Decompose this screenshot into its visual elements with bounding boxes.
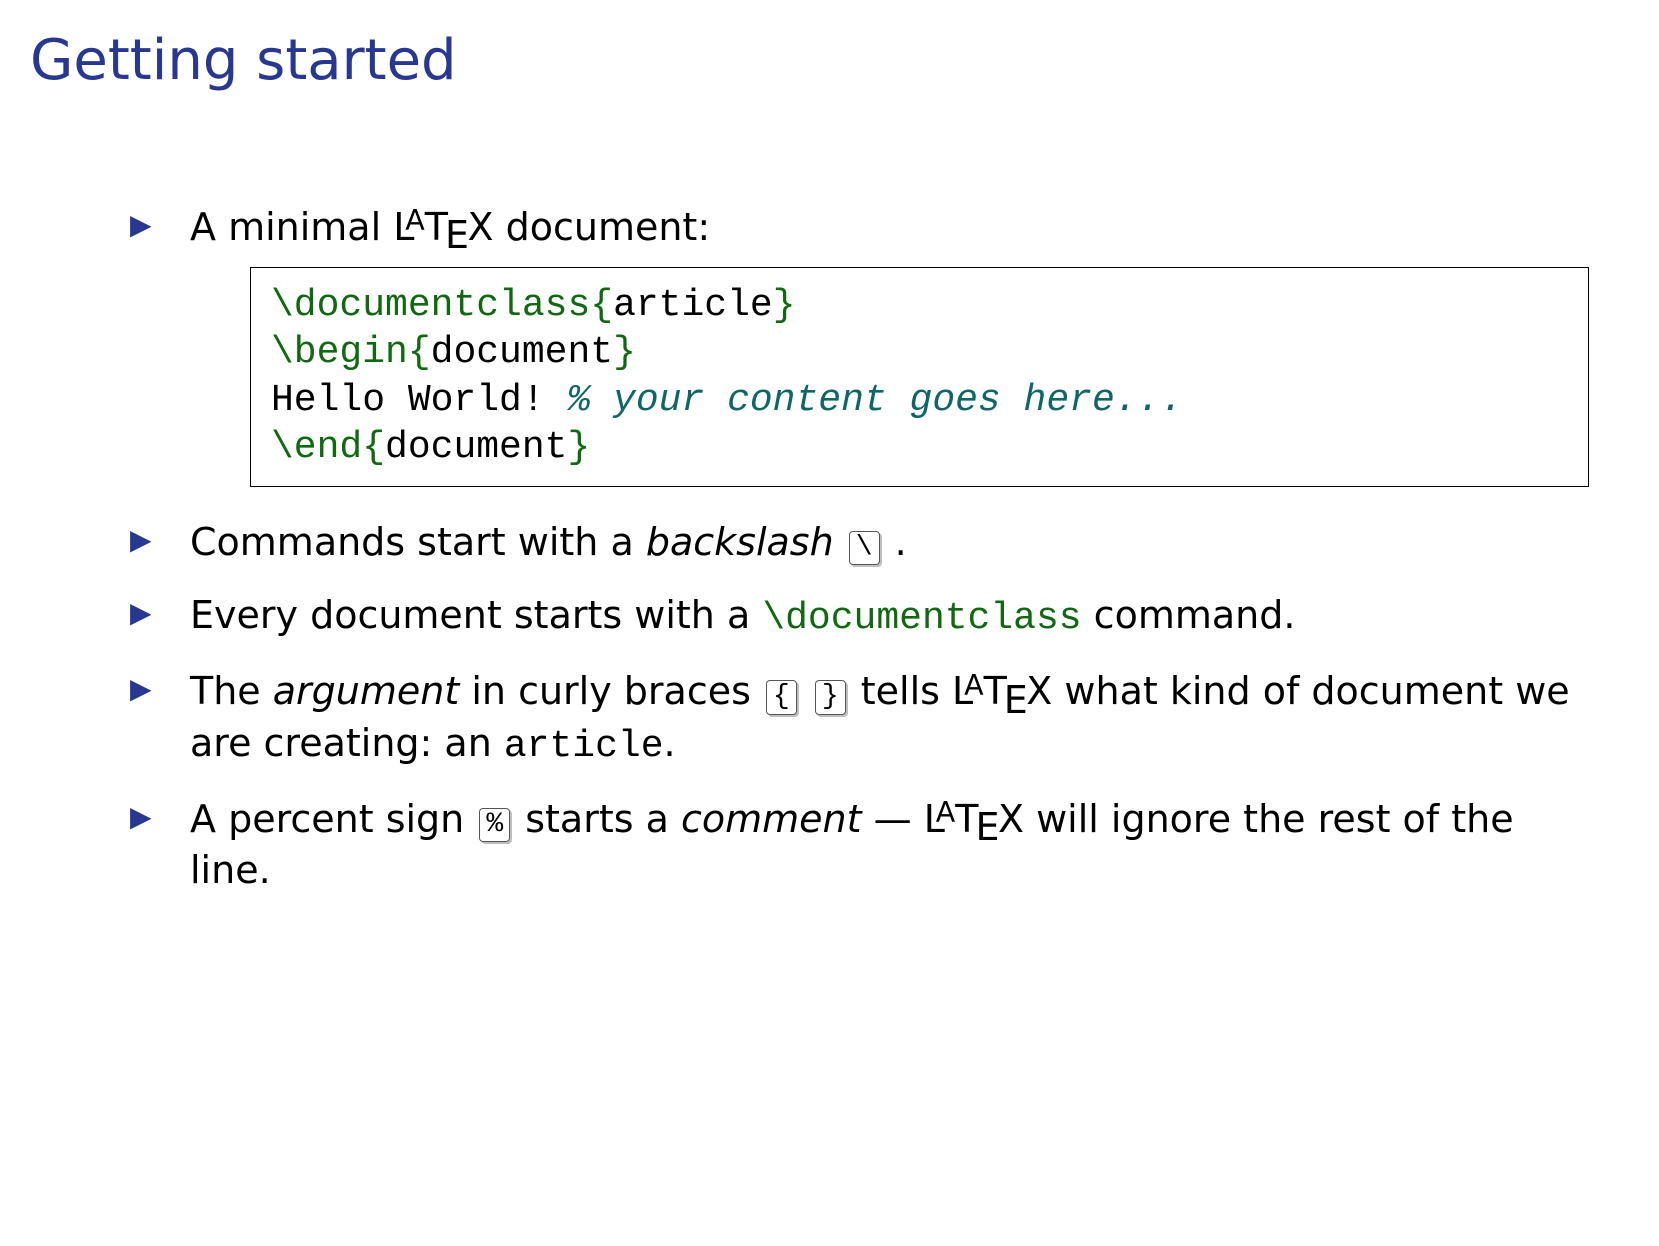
text: —	[862, 797, 924, 841]
text: command.	[1082, 593, 1296, 637]
text: Every document starts with a	[190, 593, 762, 637]
latex-A: A	[936, 796, 956, 829]
code-brace: {	[408, 331, 431, 374]
key-backslash: \	[849, 531, 880, 565]
latex-logo: LATEX	[924, 794, 1024, 845]
code-line-2: \begin{document}	[271, 329, 1568, 377]
text: tells	[849, 669, 952, 713]
latex-logo: LATEX	[952, 666, 1052, 717]
code-brace: {	[590, 284, 613, 327]
code-text: Hello World!	[271, 379, 567, 422]
code-brace: }	[773, 284, 796, 327]
text: Commands start with a	[190, 520, 646, 564]
code-brace: {	[362, 426, 385, 469]
inline-cmd-documentclass: \documentclass	[762, 597, 1081, 640]
bullet-minimal-doc: A minimal LATEX document: \documentclass…	[130, 202, 1589, 487]
code-line-3: Hello World! % your content goes here...	[271, 377, 1568, 425]
latex-A: A	[405, 204, 425, 237]
latex-E: E	[975, 805, 999, 849]
latex-A: A	[964, 669, 984, 702]
code-comment: % your content goes here...	[567, 379, 1183, 422]
key-brace-close: }	[815, 680, 846, 714]
code-line-1: \documentclass{article}	[271, 282, 1568, 330]
text: .	[664, 721, 676, 765]
key-percent: %	[479, 808, 510, 842]
latex-X: X	[467, 205, 493, 249]
code-cmd: \documentclass	[271, 284, 590, 327]
term-comment: comment	[681, 797, 862, 841]
text: document:	[494, 205, 711, 249]
latex-E: E	[445, 213, 469, 257]
code-brace: }	[613, 331, 636, 374]
code-brace: }	[567, 426, 590, 469]
latex-X: X	[1026, 669, 1052, 713]
key-brace-open: {	[766, 680, 797, 714]
bullet-argument: The argument in curly braces { } tells L…	[130, 666, 1589, 772]
slide: Getting started A minimal LATEX document…	[0, 0, 1659, 1246]
code-line-4: \end{document}	[271, 424, 1568, 472]
text: in curly braces	[459, 669, 763, 713]
term-argument: argument	[273, 669, 460, 713]
bullet-comment: A percent sign % starts a comment — LATE…	[130, 794, 1589, 897]
text: .	[883, 520, 907, 564]
latex-logo: LATEX	[393, 202, 493, 253]
code-cmd: \end	[271, 426, 362, 469]
latex-E: E	[1004, 678, 1028, 722]
code-cmd: \begin	[271, 331, 408, 374]
bullet-list: A minimal LATEX document: \documentclass…	[130, 202, 1589, 897]
text: The	[190, 669, 273, 713]
bullet-backslash: Commands start with a backslash \ .	[130, 517, 1589, 568]
code-arg: document	[385, 426, 567, 469]
code-arg: document	[431, 331, 613, 374]
code-listing: \documentclass{article} \begin{document}…	[250, 267, 1589, 487]
slide-title: Getting started	[30, 30, 1619, 92]
inline-tt-article: article	[504, 725, 664, 768]
slide-body: A minimal LATEX document: \documentclass…	[30, 202, 1619, 897]
term-backslash: backslash	[646, 520, 834, 564]
text: A percent sign	[190, 797, 476, 841]
bullet-documentclass: Every document starts with a \documentcl…	[130, 590, 1589, 644]
code-arg: article	[613, 284, 773, 327]
text: starts a	[513, 797, 681, 841]
text: A minimal	[190, 205, 393, 249]
latex-X: X	[998, 797, 1024, 841]
